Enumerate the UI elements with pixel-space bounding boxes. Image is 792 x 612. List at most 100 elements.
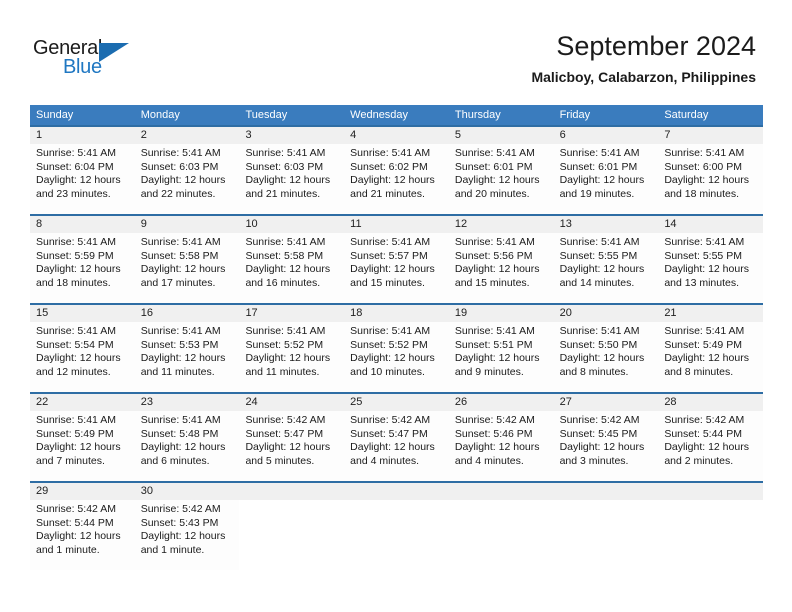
calendar-day-cell[interactable]: 17 Sunrise: 5:41 AM Sunset: 5:52 PM Dayligh… xyxy=(239,305,345,392)
day-number-band: 9 xyxy=(134,216,240,233)
day-sun-info: Sunrise: 5:41 AM Sunset: 5:48 PM Daylight:… xyxy=(134,411,240,481)
calendar-day-cell[interactable]: 26 Sunrise: 5:42 AM Sunset: 5:46 PM Dayligh… xyxy=(448,394,554,481)
daylight-text: and 3 minutes. xyxy=(559,454,629,467)
weekday-header-wednesday: Wednesday xyxy=(350,109,409,121)
calendar-day-cell[interactable]: 23 Sunrise: 5:41 AM Sunset: 5:48 PM Dayligh… xyxy=(134,394,240,481)
daylight-text: and 18 minutes. xyxy=(664,187,740,200)
page-header: General Blue September 2024 Malicboy, Ca… xyxy=(0,0,792,104)
sunrise-text: Sunrise: 5:41 AM xyxy=(140,147,221,159)
daylight-text: and 9 minutes. xyxy=(454,365,524,378)
calendar-day-cell[interactable]: 12 Sunrise: 5:41 AM Sunset: 5:56 PM Dayligh… xyxy=(448,216,554,303)
sunrise-text: Sunrise: 5:41 AM xyxy=(559,147,640,159)
day-number: 6 xyxy=(559,129,566,141)
sunset-text: Sunset: 5:43 PM xyxy=(140,516,219,529)
calendar-day-cell[interactable]: 24 Sunrise: 5:42 AM Sunset: 5:47 PM Dayligh… xyxy=(239,394,345,481)
calendar-day-cell[interactable]: 4 Sunrise: 5:41 AM Sunset: 6:02 PM Daylight… xyxy=(344,127,449,214)
daylight-text: Daylight: 12 hours xyxy=(140,441,226,453)
daylight-text: and 15 minutes. xyxy=(454,276,530,289)
sunset-text: Sunset: 5:51 PM xyxy=(454,338,533,351)
day-sun-info: Sunrise: 5:41 AM Sunset: 5:55 PM Daylight:… xyxy=(658,233,764,303)
day-number: 14 xyxy=(664,218,677,230)
calendar-day-cell[interactable]: 6 Sunrise: 5:41 AM Sunset: 6:01 PM Daylight… xyxy=(553,127,659,214)
sunrise-text: Sunrise: 5:42 AM xyxy=(559,414,640,426)
daylight-text: Daylight: 12 hours xyxy=(140,530,226,542)
calendar-day-cell[interactable]: 15 Sunrise: 5:41 AM Sunset: 5:54 PM Dayligh… xyxy=(30,305,135,392)
day-number-band: 30 xyxy=(134,483,240,500)
daylight-text: and 2 minutes. xyxy=(664,454,734,467)
day-number: 24 xyxy=(245,396,258,408)
weekday-header-tuesday: Tuesday xyxy=(245,109,288,121)
daylight-text: Daylight: 12 hours xyxy=(140,352,226,364)
daylight-text: Daylight: 12 hours xyxy=(454,441,540,453)
calendar-day-cell[interactable]: 13 Sunrise: 5:41 AM Sunset: 5:55 PM Dayligh… xyxy=(553,216,659,303)
day-sun-info: Sunrise: 5:41 AM Sunset: 5:55 PM Daylight:… xyxy=(553,233,659,303)
daylight-text: and 5 minutes. xyxy=(245,454,315,467)
sunset-text: Sunset: 6:01 PM xyxy=(454,160,533,173)
day-number: 21 xyxy=(664,307,677,319)
day-number: 7 xyxy=(664,129,671,141)
day-number: 15 xyxy=(36,307,49,319)
day-number-band xyxy=(448,483,554,500)
daylight-text: Daylight: 12 hours xyxy=(664,352,749,364)
daylight-text: and 6 minutes. xyxy=(140,454,210,467)
calendar-day-cell[interactable]: 28 Sunrise: 5:42 AM Sunset: 5:44 PM Dayligh… xyxy=(658,394,764,481)
day-number-band: 28 xyxy=(658,394,764,411)
calendar-day-cell[interactable]: 25 Sunrise: 5:42 AM Sunset: 5:47 PM Dayligh… xyxy=(344,394,449,481)
calendar-day-cell[interactable]: 29 Sunrise: 5:42 AM Sunset: 5:44 PM Dayligh… xyxy=(30,483,135,570)
day-sun-info: Sunrise: 5:42 AM Sunset: 5:44 PM Daylight:… xyxy=(658,411,764,481)
calendar-day-cell[interactable]: 16 Sunrise: 5:41 AM Sunset: 5:53 PM Dayligh… xyxy=(134,305,240,392)
day-number-band: 29 xyxy=(30,483,135,500)
calendar-day-cell[interactable]: 14 Sunrise: 5:41 AM Sunset: 5:55 PM Dayligh… xyxy=(658,216,764,303)
sunrise-text: Sunrise: 5:42 AM xyxy=(245,414,326,426)
day-sun-info: Sunrise: 5:41 AM Sunset: 5:59 PM Daylight:… xyxy=(30,233,135,303)
day-number-band: 23 xyxy=(134,394,240,411)
sunrise-text: Sunrise: 5:41 AM xyxy=(454,325,535,337)
calendar-day-cell[interactable]: 27 Sunrise: 5:42 AM Sunset: 5:45 PM Dayligh… xyxy=(553,394,659,481)
day-number-band: 18 xyxy=(344,305,449,322)
sunset-text: Sunset: 6:00 PM xyxy=(664,160,742,173)
day-number-band: 21 xyxy=(658,305,764,322)
daylight-text: Daylight: 12 hours xyxy=(559,263,645,275)
daylight-text: Daylight: 12 hours xyxy=(140,263,226,275)
daylight-text: and 19 minutes. xyxy=(559,187,635,200)
day-number-band: 13 xyxy=(553,216,659,233)
calendar-day-cell[interactable]: 9 Sunrise: 5:41 AM Sunset: 5:58 PM Daylight… xyxy=(134,216,240,303)
calendar-day-cell[interactable]: 19 Sunrise: 5:41 AM Sunset: 5:51 PM Dayligh… xyxy=(448,305,554,392)
day-sun-info: Sunrise: 5:42 AM Sunset: 5:45 PM Daylight:… xyxy=(553,411,659,481)
general-blue-logo[interactable]: General Blue xyxy=(33,37,153,83)
calendar-day-cell[interactable]: 10 Sunrise: 5:41 AM Sunset: 5:58 PM Dayligh… xyxy=(239,216,345,303)
sunset-text: Sunset: 6:02 PM xyxy=(350,160,428,173)
day-sun-info: Sunrise: 5:41 AM Sunset: 5:49 PM Daylight:… xyxy=(658,322,764,392)
sunset-text: Sunset: 5:49 PM xyxy=(664,338,742,351)
calendar-day-cell[interactable]: 2 Sunrise: 5:41 AM Sunset: 6:03 PM Daylight… xyxy=(134,127,240,214)
calendar-day-cell[interactable]: 20 Sunrise: 5:41 AM Sunset: 5:50 PM Dayligh… xyxy=(553,305,659,392)
daylight-text: Daylight: 12 hours xyxy=(140,174,226,186)
calendar-day-cell[interactable]: 21 Sunrise: 5:41 AM Sunset: 5:49 PM Dayligh… xyxy=(658,305,764,392)
daylight-text: and 13 minutes. xyxy=(664,276,740,289)
sunset-text: Sunset: 5:47 PM xyxy=(245,427,324,440)
day-number-band: 4 xyxy=(344,127,449,144)
calendar-day-cell[interactable]: 1 Sunrise: 5:41 AM Sunset: 6:04 PM Daylight… xyxy=(30,127,135,214)
day-number-band: 3 xyxy=(239,127,345,144)
calendar-day-cell[interactable]: 22 Sunrise: 5:41 AM Sunset: 5:49 PM Dayligh… xyxy=(30,394,135,481)
day-number: 20 xyxy=(559,307,572,319)
calendar-day-cell[interactable]: 7 Sunrise: 5:41 AM Sunset: 6:00 PM Daylight… xyxy=(658,127,764,214)
daylight-text: and 7 minutes. xyxy=(36,454,105,467)
calendar-day-cell[interactable]: 30 Sunrise: 5:42 AM Sunset: 5:43 PM Dayligh… xyxy=(134,483,240,570)
calendar-day-cell[interactable]: 18 Sunrise: 5:41 AM Sunset: 5:52 PM Dayligh… xyxy=(344,305,449,392)
calendar-week-row: 29 Sunrise: 5:42 AM Sunset: 5:44 PM Dayligh… xyxy=(30,481,764,570)
day-sun-info: Sunrise: 5:41 AM Sunset: 6:01 PM Daylight:… xyxy=(553,144,659,214)
sunset-text: Sunset: 5:52 PM xyxy=(350,338,428,351)
day-sun-info: Sunrise: 5:42 AM Sunset: 5:47 PM Daylight:… xyxy=(239,411,345,481)
calendar-day-cell[interactable]: 3 Sunrise: 5:41 AM Sunset: 6:03 PM Daylight… xyxy=(239,127,345,214)
weekday-header-monday: Monday xyxy=(140,109,180,121)
sunset-text: Sunset: 5:48 PM xyxy=(140,427,219,440)
sunrise-text: Sunrise: 5:41 AM xyxy=(664,325,745,337)
calendar-day-cell[interactable]: 5 Sunrise: 5:41 AM Sunset: 6:01 PM Daylight… xyxy=(448,127,554,214)
calendar-day-cell[interactable]: 8 Sunrise: 5:41 AM Sunset: 5:59 PM Daylight… xyxy=(30,216,135,303)
day-sun-info: Sunrise: 5:42 AM Sunset: 5:43 PM Daylight:… xyxy=(134,500,240,570)
day-number-band: 17 xyxy=(239,305,345,322)
calendar-day-cell[interactable]: 11 Sunrise: 5:41 AM Sunset: 5:57 PM Dayligh… xyxy=(344,216,449,303)
day-number: 3 xyxy=(245,129,252,141)
daylight-text: and 1 minute. xyxy=(140,543,205,556)
